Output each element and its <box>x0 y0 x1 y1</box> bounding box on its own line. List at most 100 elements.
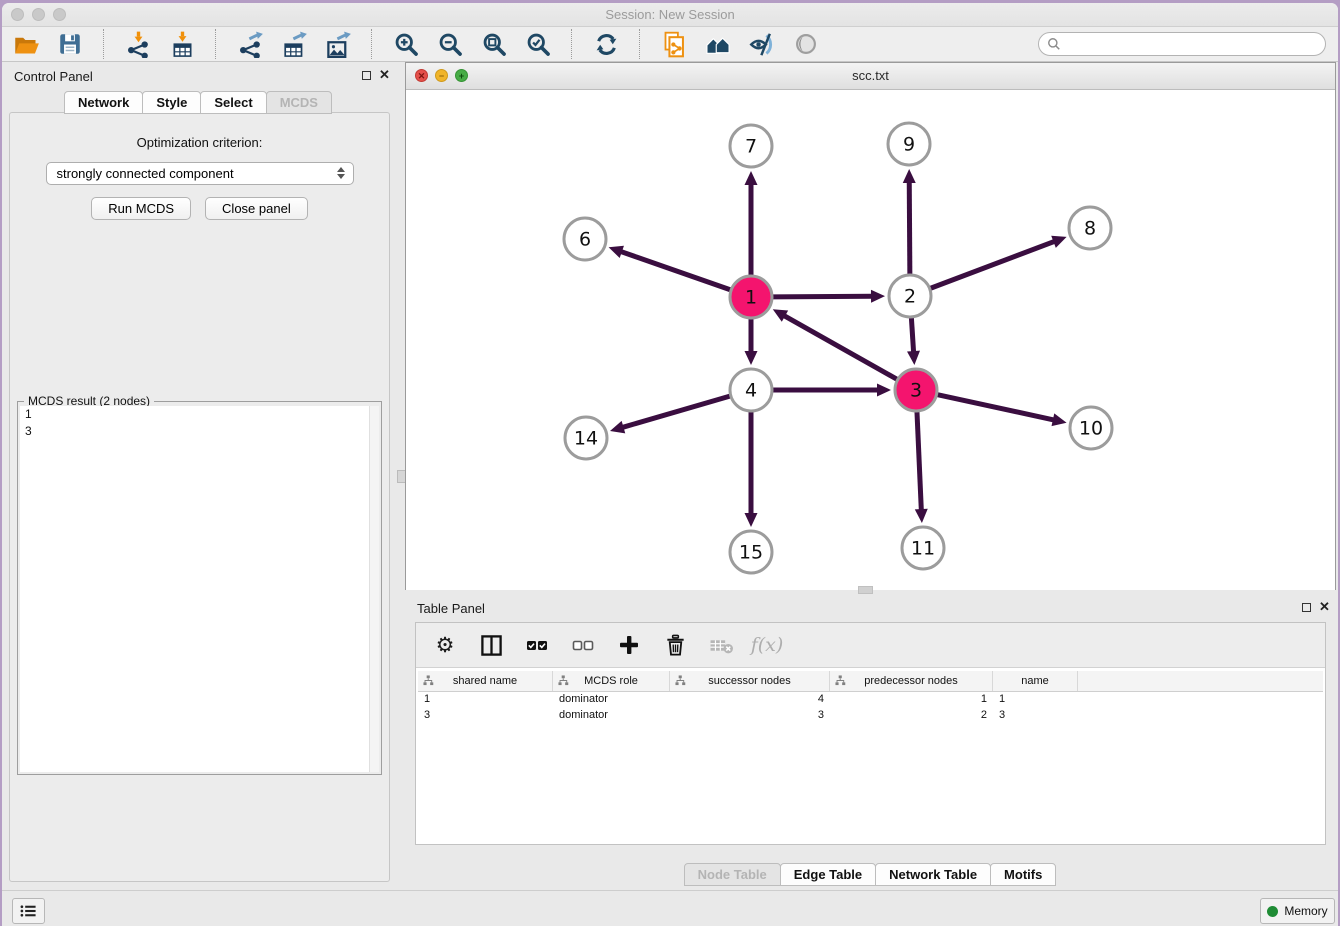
control-panel: Control Panel ✕ NetworkStyleSelectMCDS O… <box>2 63 395 890</box>
network-window-titlebar[interactable]: ✕ − + scc.txt <box>406 63 1335 90</box>
birds-eye-icon[interactable] <box>792 30 820 58</box>
tab-network-table[interactable]: Network Table <box>875 863 991 886</box>
edge-arrowhead <box>1052 413 1067 426</box>
run-mcds-button[interactable]: Run MCDS <box>91 197 191 220</box>
tab-motifs[interactable]: Motifs <box>990 863 1056 886</box>
column-header-name[interactable]: name <box>993 671 1078 691</box>
table-panel-title: Table Panel <box>417 601 485 616</box>
toolbar-separator <box>103 29 105 59</box>
network-window: ✕ − + scc.txt 1234678910111415 <box>405 62 1336 590</box>
memory-button[interactable]: Memory <box>1260 898 1335 924</box>
search-input[interactable] <box>1061 36 1325 52</box>
result-scrollbar[interactable] <box>369 406 379 772</box>
optimization-criterion-label: Optimization criterion: <box>10 135 389 150</box>
table-cell: 1 <box>418 692 553 708</box>
edge-1-to-6[interactable] <box>620 251 730 290</box>
column-hierarchy-icon <box>558 675 569 686</box>
column-header-mcds-role[interactable]: MCDS role <box>553 671 670 691</box>
edge-arrowhead <box>609 246 624 258</box>
mcds-result-list[interactable]: 13 <box>20 406 379 772</box>
export-network-icon[interactable] <box>236 30 264 58</box>
network-overview-houses-icon[interactable] <box>704 30 732 58</box>
tab-style[interactable]: Style <box>142 91 201 114</box>
save-icon[interactable] <box>56 30 84 58</box>
table-float-panel-icon[interactable] <box>1302 603 1311 612</box>
column-header-successor-nodes[interactable]: successor nodes <box>670 671 830 691</box>
close-panel-icon[interactable]: ✕ <box>379 67 390 83</box>
search-field[interactable] <box>1038 32 1326 56</box>
zoom-out-icon[interactable] <box>436 30 464 58</box>
table-cell: 3 <box>670 708 830 724</box>
import-network-icon[interactable] <box>124 30 152 58</box>
edge-2-to-3[interactable] <box>911 318 913 353</box>
edge-3-to-11[interactable] <box>917 412 921 511</box>
graph-node-label: 3 <box>910 380 922 402</box>
main-toolbar <box>2 27 1338 62</box>
tab-edge-table[interactable]: Edge Table <box>780 863 876 886</box>
edge-2-to-9[interactable] <box>909 181 910 274</box>
edge-arrowhead <box>610 421 625 433</box>
tab-select[interactable]: Select <box>200 91 266 114</box>
delete-trash-icon[interactable] <box>662 632 688 658</box>
control-panel-tabs: NetworkStyleSelectMCDS <box>2 91 395 114</box>
float-panel-icon[interactable] <box>362 71 371 80</box>
tab-network[interactable]: Network <box>64 91 143 114</box>
optimization-criterion-dropdown[interactable]: strongly connected component <box>46 162 354 185</box>
zoom-in-icon[interactable] <box>392 30 420 58</box>
edge-4-to-14[interactable] <box>622 396 730 428</box>
edge-arrowhead <box>907 351 920 365</box>
edge-arrowhead <box>1051 236 1066 248</box>
column-header-predecessor-nodes[interactable]: predecessor nodes <box>830 671 993 691</box>
graph-node-label: 15 <box>739 542 763 564</box>
deselect-all-icon[interactable] <box>570 632 596 658</box>
mcds-result-node: 1 <box>20 406 379 423</box>
title-bar: Session: New Session <box>2 3 1338 27</box>
mcds-result-node: 3 <box>20 423 379 440</box>
edge-arrowhead <box>877 384 891 397</box>
export-table-icon[interactable] <box>280 30 308 58</box>
edge-arrowhead <box>745 351 758 365</box>
column-hierarchy-icon <box>675 675 686 686</box>
import-table-icon[interactable] <box>168 30 196 58</box>
zoom-fit-icon[interactable] <box>480 30 508 58</box>
network-graph: 1234678910111415 <box>406 90 1335 590</box>
table-cell: 1 <box>993 692 1078 708</box>
table-row[interactable]: 3dominator323 <box>418 708 1323 724</box>
graph-node-label: 6 <box>579 229 591 251</box>
refresh-icon[interactable] <box>592 30 620 58</box>
edge-3-to-1[interactable] <box>783 315 897 379</box>
duplicate-network-icon[interactable] <box>660 30 688 58</box>
close-panel-button[interactable]: Close panel <box>205 197 308 220</box>
zoom-selected-icon[interactable] <box>524 30 552 58</box>
graph-node-label: 2 <box>904 286 916 308</box>
table-settings-gear-icon[interactable]: ⚙ <box>432 632 458 658</box>
function-builder-icon: f(x) <box>754 632 780 658</box>
edge-1-to-2[interactable] <box>773 296 873 297</box>
task-history-button[interactable] <box>12 898 45 924</box>
horizontal-splitter-grip[interactable] <box>858 586 873 594</box>
table-panel: Table Panel ✕ ⚙ f(x) <box>405 595 1336 890</box>
network-canvas[interactable]: 1234678910111415 <box>406 90 1335 590</box>
export-image-icon[interactable] <box>324 30 352 58</box>
graph-node-label: 1 <box>745 287 757 309</box>
delete-table-icon <box>708 632 734 658</box>
table-close-panel-icon[interactable]: ✕ <box>1319 599 1330 615</box>
edge-2-to-8[interactable] <box>931 241 1056 288</box>
toolbar-separator <box>571 29 573 59</box>
column-label: predecessor nodes <box>864 675 958 687</box>
add-row-icon[interactable] <box>616 632 642 658</box>
table-row[interactable]: 1dominator411 <box>418 692 1323 708</box>
column-label: MCDS role <box>584 675 638 687</box>
select-all-icon[interactable] <box>524 632 550 658</box>
table-columns-icon[interactable] <box>478 632 504 658</box>
edge-3-to-10[interactable] <box>937 395 1054 420</box>
session-title: Session: New Session <box>2 7 1338 22</box>
graph-node-label: 4 <box>745 380 757 402</box>
tab-mcds[interactable]: MCDS <box>266 91 332 114</box>
memory-status-icon <box>1267 906 1278 917</box>
edge-arrowhead <box>903 169 916 183</box>
hide-details-eye-slash-icon[interactable] <box>748 30 776 58</box>
column-header-shared-name[interactable]: shared name <box>418 671 553 691</box>
tab-node-table[interactable]: Node Table <box>684 863 781 886</box>
open-folder-icon[interactable] <box>12 30 40 58</box>
